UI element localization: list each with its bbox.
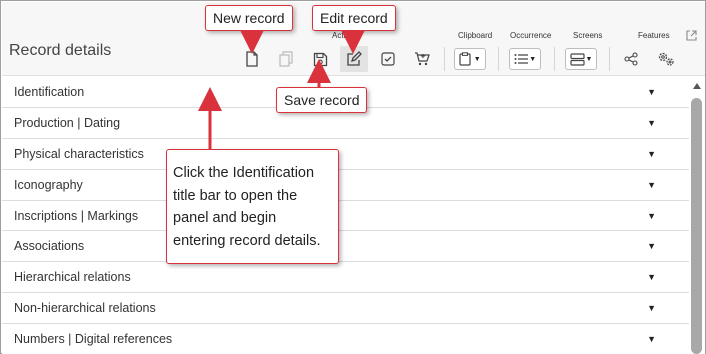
annotation-arrows: [198, 30, 365, 149]
record-details-window: Record details Actions Clipboard Occurre…: [0, 0, 706, 354]
